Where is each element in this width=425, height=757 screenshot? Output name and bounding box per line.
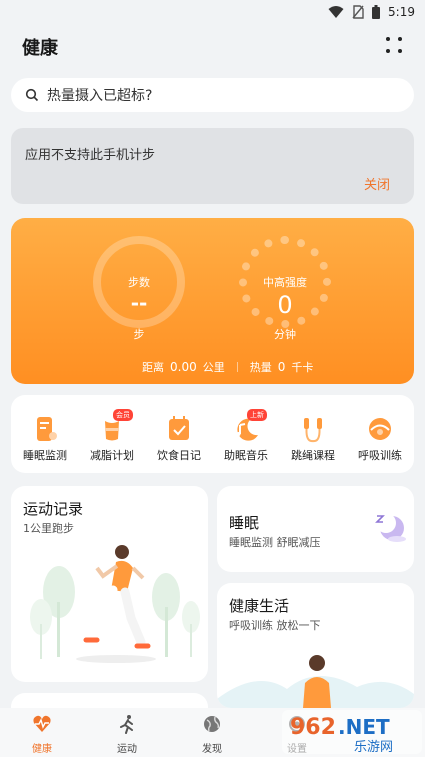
more-dots-icon[interactable] bbox=[383, 34, 405, 56]
badge-new: 上新 bbox=[247, 409, 267, 421]
sleep-card[interactable]: 睡眠 睡眠监测 舒眠减压 bbox=[217, 486, 414, 572]
shortcut-breathing[interactable]: 呼吸训练 bbox=[347, 415, 413, 465]
meditation-illustration bbox=[217, 655, 414, 708]
calorie-label: 热量 bbox=[249, 361, 272, 374]
globe-icon bbox=[204, 716, 220, 732]
notice-text: 应用不支持此手机计步 bbox=[25, 148, 156, 163]
card-subtitle: 睡眠监测 舒眠减压 bbox=[229, 536, 321, 549]
notice-card: 应用不支持此手机计步 关闭 bbox=[11, 128, 414, 204]
shortcut-jump-rope[interactable]: 跳绳课程 bbox=[280, 415, 346, 465]
nav-label: 发现 bbox=[202, 744, 222, 755]
diet-diary-icon bbox=[169, 416, 189, 440]
shortcut-label: 睡眠监测 bbox=[23, 449, 67, 462]
card-title: 运动记录 bbox=[23, 500, 84, 518]
step-stats: 距离 0.00 公里 热量 0 千卡 bbox=[142, 359, 313, 375]
distance-unit: 公里 bbox=[202, 361, 225, 374]
stats-divider bbox=[236, 362, 238, 372]
shortcut-label: 助眠音乐 bbox=[224, 449, 268, 462]
status-icons: 5:19 bbox=[328, 3, 415, 21]
search-icon bbox=[25, 88, 39, 102]
breathing-icon bbox=[369, 418, 391, 440]
card-title: 睡眠 bbox=[229, 514, 260, 532]
steps-ring: 步数 -- 步 bbox=[93, 236, 185, 341]
svg-text:962: 962 bbox=[290, 715, 336, 740]
shortcut-label: 呼吸训练 bbox=[358, 449, 402, 462]
jump-rope-icon bbox=[304, 418, 322, 443]
battery-icon bbox=[372, 5, 381, 19]
steps-card[interactable]: 步数 -- 步 中高强度 0 分钟 距离 0.00 公里 热量 0 千卡 bbox=[11, 218, 414, 384]
steps-value: -- bbox=[130, 291, 148, 315]
calorie-value: 0 bbox=[277, 360, 286, 374]
steps-label: 步数 bbox=[128, 276, 150, 289]
calorie-unit: 千卡 bbox=[291, 361, 314, 374]
running-icon bbox=[120, 715, 133, 734]
intensity-ring: 中高强度 0 分钟 bbox=[239, 236, 331, 341]
nav-item-exercise[interactable]: 运动 bbox=[97, 714, 157, 756]
card-title: 健康生活 bbox=[229, 597, 290, 615]
status-time: 5:19 bbox=[388, 5, 415, 19]
shortcut-sleep-music[interactable]: 上新 助眠音乐 bbox=[213, 409, 279, 465]
nav-item-discover[interactable]: 发现 bbox=[182, 714, 242, 756]
card-subtitle: 呼吸训练 放松一下 bbox=[229, 619, 321, 632]
shortcut-label: 跳绳课程 bbox=[291, 449, 335, 462]
steps-unit: 步 bbox=[133, 328, 145, 341]
shortcut-label: 饮食日记 bbox=[157, 449, 201, 462]
nav-item-health[interactable]: 健康 bbox=[12, 714, 72, 756]
distance-value: 0.00 bbox=[170, 360, 197, 374]
heart-pulse-icon bbox=[33, 715, 51, 732]
intensity-value: 0 bbox=[277, 291, 293, 319]
search-placeholder: 热量摄入已超标? bbox=[47, 88, 153, 104]
distance-label: 距离 bbox=[142, 361, 164, 374]
shortcut-label: 减脂计划 bbox=[90, 449, 134, 462]
runner-illustration bbox=[30, 545, 200, 663]
healthy-life-card[interactable]: 健康生活 呼吸训练 放松一下 bbox=[217, 583, 414, 708]
card-subtitle: 1公里跑步 bbox=[23, 522, 74, 535]
page-title: 健康 bbox=[22, 38, 58, 59]
shortcut-diet-diary[interactable]: 饮食日记 bbox=[146, 415, 212, 465]
wifi-icon bbox=[328, 6, 344, 18]
status-bar: 5:19 bbox=[0, 0, 425, 24]
intensity-unit: 分钟 bbox=[274, 328, 296, 341]
intensity-label: 中高强度 bbox=[263, 276, 307, 289]
nav-label: 健康 bbox=[32, 744, 52, 755]
shortcut-fat-loss[interactable]: 会员 减脂计划 bbox=[79, 409, 145, 465]
svg-text:.NET: .NET bbox=[338, 715, 390, 739]
exercise-record-card[interactable]: 运动记录 1公里跑步 bbox=[11, 486, 208, 682]
badge-member: 会员 bbox=[113, 409, 133, 421]
watermark-logo: 962 .NET 乐游网 bbox=[282, 710, 422, 754]
moon-icon bbox=[375, 513, 406, 542]
close-button[interactable]: 关闭 bbox=[364, 174, 390, 193]
shortcut-sleep-monitor[interactable]: 睡眠监测 bbox=[12, 415, 78, 465]
svg-text:乐游网: 乐游网 bbox=[354, 740, 393, 754]
search-bar[interactable]: 热量摄入已超标? bbox=[11, 78, 414, 112]
shortcut-grid: 睡眠监测 会员 减脂计划 饮食日记 上新 助眠音乐 跳绳课程 呼吸训练 bbox=[11, 395, 414, 473]
no-sim-icon bbox=[352, 5, 364, 19]
nav-label: 运动 bbox=[117, 744, 137, 755]
sleep-monitor-icon bbox=[37, 417, 57, 441]
